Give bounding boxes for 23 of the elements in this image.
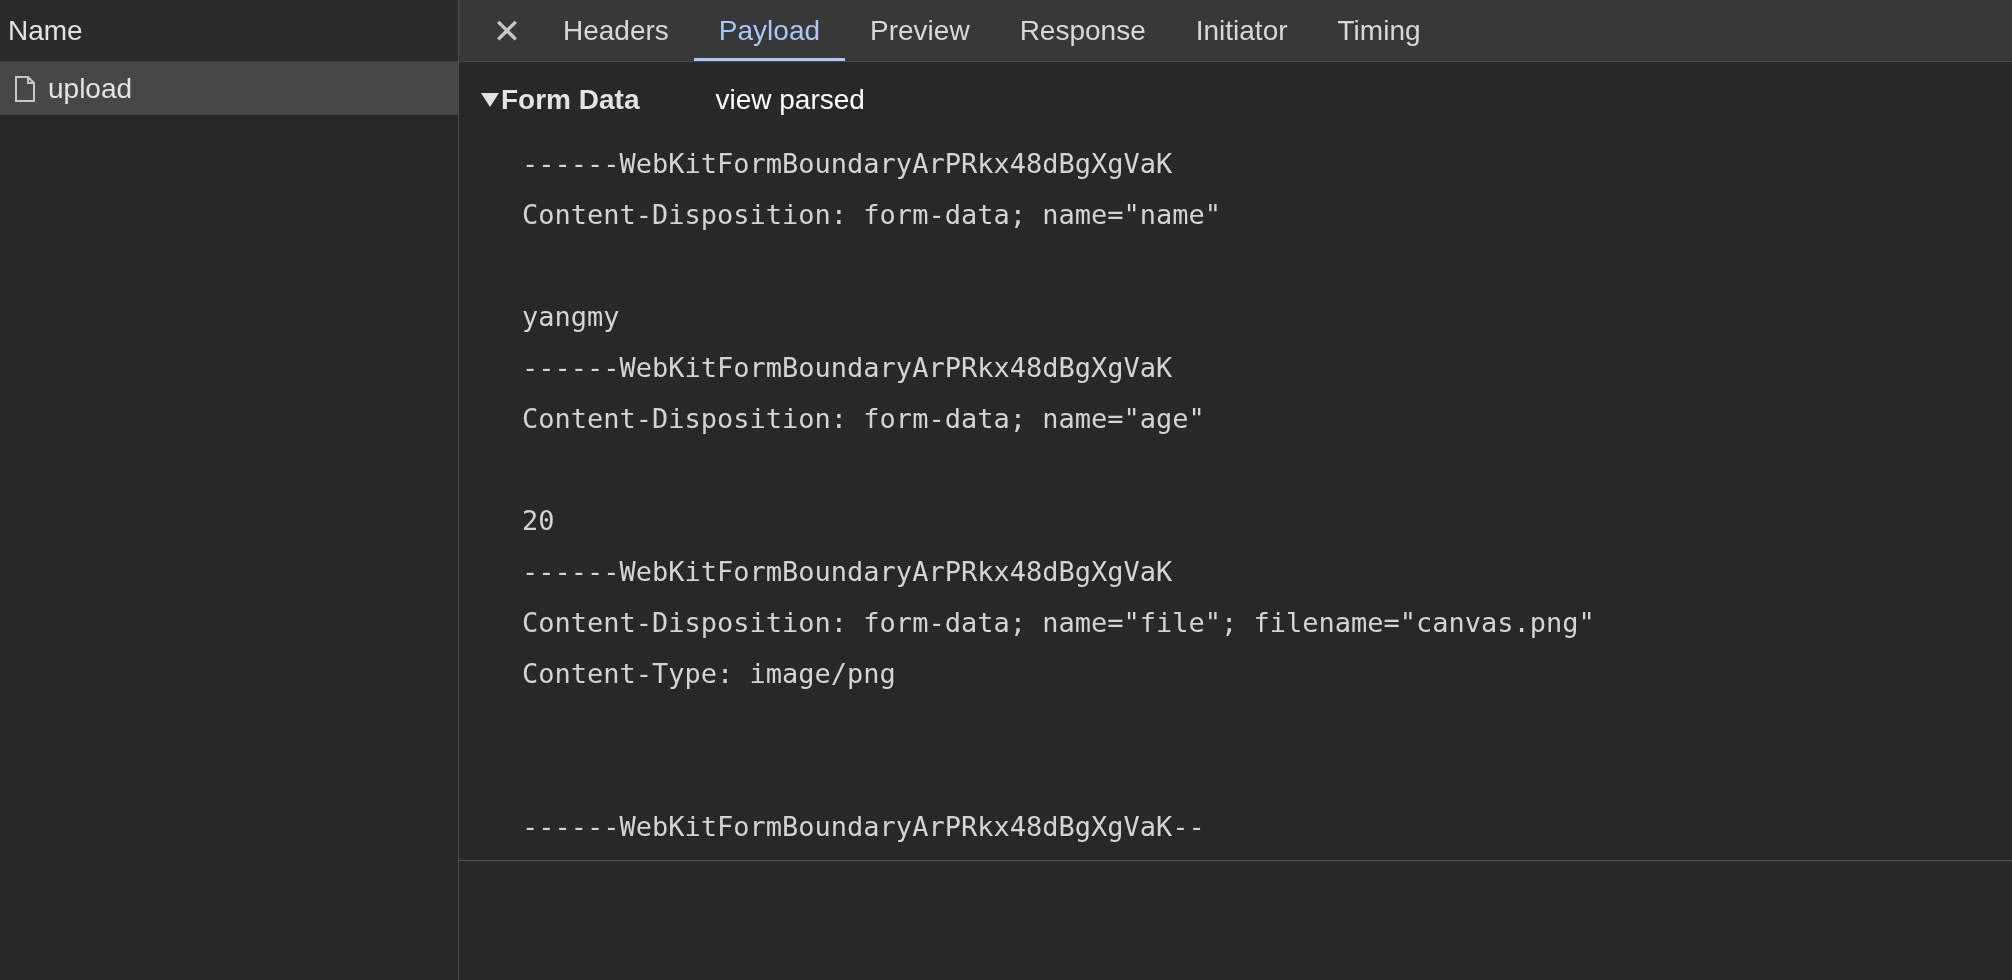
header-line: Content-Disposition: form-data; name="file"; filename="canvas.png" (522, 606, 1596, 640)
view-parsed-link[interactable]: view parsed (715, 84, 865, 116)
tab[interactable]: Response (994, 0, 1171, 61)
header-line: Content-Disposition: form-data; name="age" (522, 402, 1206, 436)
boundary-line: ------WebKitFormBoundaryArPRkx48dBgXgVaK (522, 351, 1174, 385)
tab[interactable]: Timing (1312, 0, 1446, 61)
request-row[interactable]: upload (0, 62, 458, 115)
tab[interactable]: Headers (538, 0, 694, 61)
request-name: upload (48, 72, 133, 105)
document-icon (14, 74, 36, 103)
triangle-icon[interactable] (481, 93, 499, 107)
header-line: Content-Disposition: form-data; name="name" (522, 198, 1222, 232)
value-line: 20 (522, 504, 556, 538)
boundary-line: ------WebKitFormBoundaryArPRkx48dBgXgVaK-- (522, 810, 1206, 844)
close-button[interactable]: ✕ (484, 0, 530, 61)
tab[interactable]: Preview (845, 0, 995, 61)
value-line: yangmy (522, 300, 621, 334)
tab[interactable]: Payload (693, 0, 846, 61)
boundary-line: ------WebKitFormBoundaryArPRkx48dBgXgVaK (522, 555, 1174, 589)
tab[interactable]: Initiator (1170, 0, 1313, 61)
section-title: Form Data (501, 84, 640, 116)
boundary-line: ------WebKitFormBoundaryArPRkx48dBgXgVaK (522, 147, 1174, 181)
header-line: Content-Type: image/png (522, 657, 897, 691)
